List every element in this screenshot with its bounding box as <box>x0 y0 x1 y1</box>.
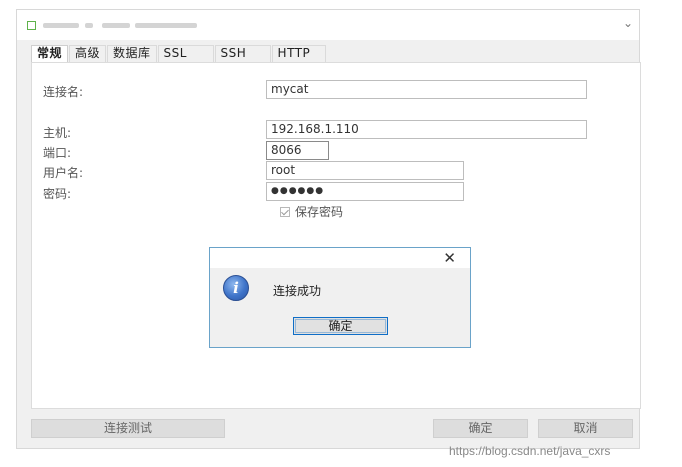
dialog-message: 连接成功 <box>273 284 322 298</box>
tab-ssl[interactable]: SSL <box>157 45 214 62</box>
test-connection-button[interactable]: 连接测试 <box>31 419 225 438</box>
dialog-ok-button[interactable]: 确定 <box>293 317 388 335</box>
close-icon[interactable]: ✕ <box>443 249 456 267</box>
tab-advanced[interactable]: 高级 <box>69 45 107 62</box>
password-input[interactable]: ●●●●●● <box>266 182 464 201</box>
cancel-button[interactable]: 取消 <box>538 419 633 438</box>
window-close-icon[interactable]: ⌄ <box>623 16 633 30</box>
watermark: https://blog.csdn.net/java_cxrs <box>449 444 611 458</box>
tab-http[interactable]: HTTP <box>271 45 326 62</box>
info-icon: i <box>223 275 249 301</box>
connection-window: ⌄ 常规 高级 数据库 SSL SSH HTTP 连接名: mycat 主机: … <box>16 9 641 449</box>
tab-bar: 常规 高级 数据库 SSL SSH HTTP <box>31 45 327 62</box>
blurred-title-segment <box>43 23 79 28</box>
save-password-row[interactable]: 保存密码 <box>280 203 343 220</box>
dialog-titlebar: ✕ <box>210 248 470 268</box>
connection-name-label: 连接名: <box>43 85 84 99</box>
blurred-title-segment <box>135 23 197 28</box>
app-icon <box>27 21 36 30</box>
port-label: 端口: <box>43 146 72 160</box>
tab-database[interactable]: 数据库 <box>107 45 157 62</box>
save-password-checkbox[interactable] <box>280 206 290 217</box>
window-titlebar: ⌄ <box>17 10 639 40</box>
blurred-title-segment <box>85 23 93 28</box>
success-dialog: ✕ i 连接成功 确定 <box>209 247 471 348</box>
connection-name-input[interactable]: mycat <box>266 80 587 99</box>
password-label: 密码: <box>43 187 72 201</box>
port-input[interactable]: 8066 <box>266 141 329 160</box>
user-label: 用户名: <box>43 166 84 180</box>
ok-button[interactable]: 确定 <box>433 419 528 438</box>
user-input[interactable]: root <box>266 161 464 180</box>
tab-ssh[interactable]: SSH <box>214 45 271 62</box>
host-input[interactable]: 192.168.1.110 <box>266 120 587 139</box>
blurred-title-segment <box>102 23 130 28</box>
host-label: 主机: <box>43 126 72 140</box>
tab-general[interactable]: 常规 <box>31 45 69 62</box>
save-password-label: 保存密码 <box>295 205 344 219</box>
general-panel: 连接名: mycat 主机: 192.168.1.110 端口: 8066 用户… <box>31 62 641 409</box>
